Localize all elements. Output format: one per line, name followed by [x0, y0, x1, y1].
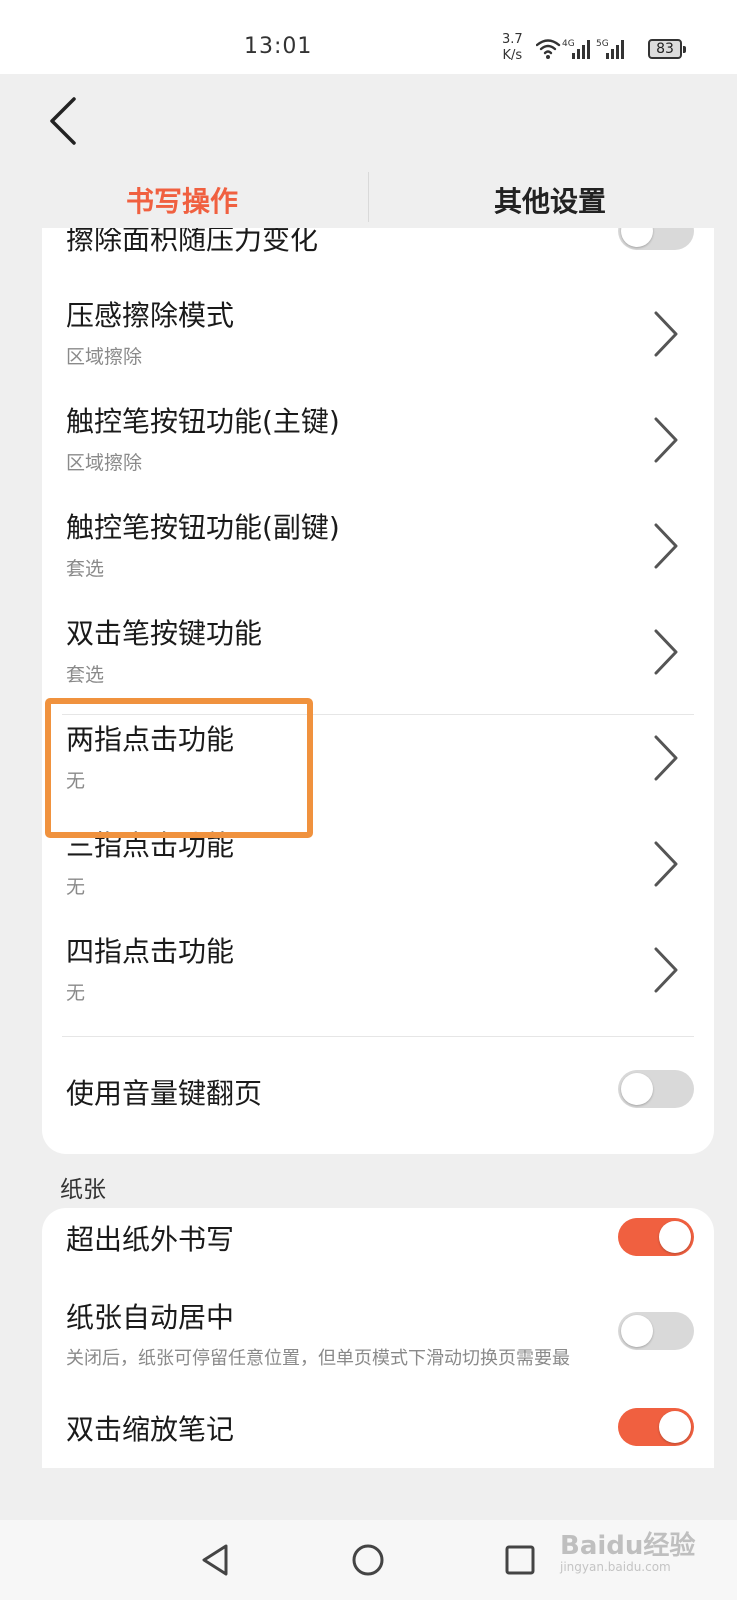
watermark-sub: jingyan.baidu.com — [560, 1560, 671, 1574]
list-item-value: 无 — [66, 876, 86, 898]
back-arrow-icon[interactable] — [44, 96, 84, 146]
wifi-icon — [536, 39, 561, 55]
annotation-highlight-box — [45, 698, 313, 838]
tab-bar: 书写操作 其他设置 — [0, 168, 737, 228]
toggle-knob — [621, 1073, 653, 1105]
tab-divider — [368, 172, 369, 222]
nav-home-icon[interactable] — [348, 1540, 388, 1580]
chevron-right-icon — [654, 947, 678, 993]
list-item-value: 无 — [66, 982, 86, 1004]
signal-icons: 4G 5G — [536, 39, 624, 59]
chevron-right-icon — [654, 417, 678, 463]
list-item[interactable]: 四指点击功能 无 — [42, 922, 714, 1028]
chevron-right-icon — [654, 841, 678, 887]
nav-back-icon[interactable] — [196, 1540, 236, 1580]
divider — [62, 1036, 694, 1037]
svg-text:5G: 5G — [596, 39, 609, 49]
baidu-watermark: Baidu经验 jingyan.baidu.com — [560, 1525, 695, 1574]
list-item[interactable]: 双击笔按键功能 套选 — [42, 604, 714, 710]
list-item-title: 四指点击功能 — [66, 935, 235, 968]
double-tap-zoom-label: 双击缩放笔记 — [66, 1413, 235, 1446]
section-title-paper: 纸张 — [60, 1177, 106, 1203]
auto-center-toggle[interactable] — [618, 1312, 694, 1350]
nav-recents-icon[interactable] — [500, 1540, 540, 1580]
status-time: 13:01 — [244, 34, 313, 59]
volume-page-turn-label: 使用音量键翻页 — [66, 1077, 263, 1110]
status-bar: 13:01 3.7 K/s 4G 5G 83 — [0, 0, 737, 74]
list-item-title: 双击笔按键功能 — [66, 617, 263, 650]
list-item-title: 触控笔按钮功能(主键) — [66, 405, 340, 438]
list-item-value: 套选 — [66, 558, 105, 580]
chevron-right-icon — [654, 735, 678, 781]
list-item-value: 区域擦除 — [66, 346, 143, 368]
auto-center-label: 纸张自动居中 — [66, 1301, 235, 1334]
tab-writing-operations[interactable]: 书写操作 — [126, 180, 238, 220]
toggle-knob — [621, 1315, 653, 1347]
write-outside-label: 超出纸外书写 — [66, 1223, 235, 1256]
chevron-right-icon — [654, 523, 678, 569]
list-item-title: 压感擦除模式 — [66, 299, 235, 332]
network-speed: 3.7 K/s — [502, 32, 523, 64]
toggle-knob — [659, 1411, 691, 1443]
tab-other-settings[interactable]: 其他设置 — [494, 180, 606, 220]
writing-settings-card: 擦除面积随压力变化 压感擦除模式 区域擦除 触控笔按钮功能(主键) 区域擦除 触… — [42, 196, 714, 1154]
auto-center-description: 关闭后，纸张可停留任意位置，但单页模式下滑动切换页需要最 — [66, 1348, 570, 1369]
double-tap-zoom-row[interactable]: 双击缩放笔记 — [42, 1396, 714, 1468]
list-item-value: 套选 — [66, 664, 105, 686]
toggle-knob — [659, 1221, 691, 1253]
paper-settings-card: 超出纸外书写 纸张自动居中 关闭后，纸张可停留任意位置，但单页模式下滑动切换页需… — [42, 1208, 714, 1468]
list-item[interactable]: 触控笔按钮功能(主键) 区域擦除 — [42, 392, 714, 498]
svg-text:4G: 4G — [562, 39, 575, 49]
battery-icon: 83 — [648, 39, 686, 59]
volume-page-turn-row[interactable]: 使用音量键翻页 — [42, 1042, 714, 1142]
network-speed-unit: K/s — [502, 48, 523, 63]
write-outside-toggle[interactable] — [618, 1218, 694, 1256]
auto-center-row[interactable]: 纸张自动居中 关闭后，纸张可停留任意位置，但单页模式下滑动切换页需要最 — [42, 1286, 714, 1396]
watermark-main: Baidu经验 — [560, 1531, 696, 1561]
network-speed-value: 3.7 — [502, 32, 523, 47]
list-item[interactable]: 压感擦除模式 区域擦除 — [42, 286, 714, 392]
chevron-right-icon — [654, 311, 678, 357]
double-tap-zoom-toggle[interactable] — [618, 1408, 694, 1446]
volume-page-turn-toggle[interactable] — [618, 1070, 694, 1108]
list-item[interactable]: 触控笔按钮功能(副键) 套选 — [42, 498, 714, 604]
list-item-title: 触控笔按钮功能(副键) — [66, 511, 340, 544]
chevron-right-icon — [654, 629, 678, 675]
list-item-value: 区域擦除 — [66, 452, 143, 474]
